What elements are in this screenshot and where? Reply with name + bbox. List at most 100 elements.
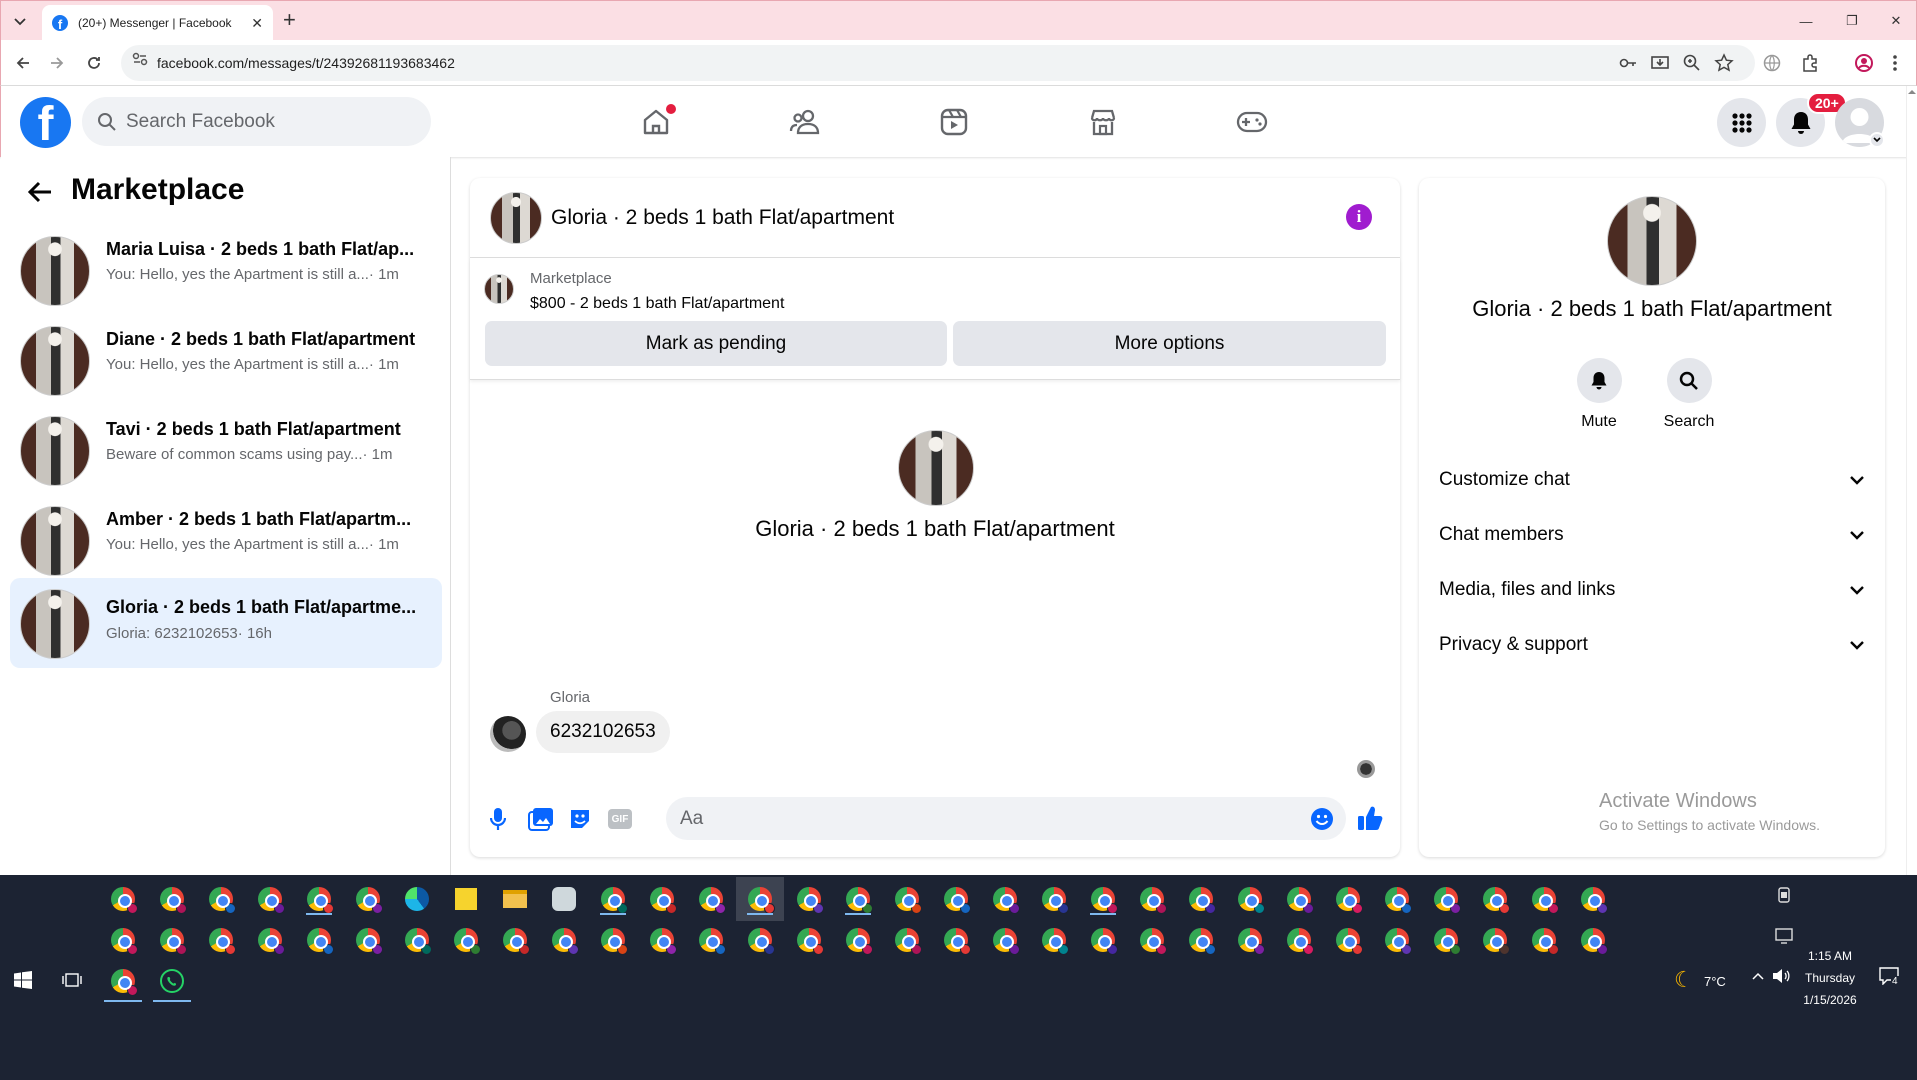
volume-icon[interactable] [1772, 968, 1790, 984]
conversation-item-selected[interactable]: Gloria · 2 beds 1 bath Flat/apartme... G… [10, 578, 442, 668]
chrome-taskbar-icon[interactable] [748, 928, 775, 955]
chrome-taskbar-icon[interactable] [1336, 887, 1363, 914]
listing-price-title[interactable]: $800 - 2 beds 1 bath Flat/apartment [530, 295, 784, 313]
tray-device-icon[interactable] [1777, 887, 1791, 903]
chrome-taskbar-icon[interactable] [1287, 928, 1314, 955]
more-options-button[interactable]: More options [953, 321, 1386, 366]
chrome-taskbar-icon[interactable] [405, 928, 432, 955]
chrome-taskbar-icon[interactable] [846, 928, 873, 955]
chrome-taskbar-icon[interactable] [1042, 887, 1069, 914]
tab-close-icon[interactable]: ✕ [251, 15, 263, 32]
chrome-taskbar-icon[interactable] [944, 928, 971, 955]
chrome-taskbar-icon[interactable] [111, 969, 138, 996]
weather-temperature[interactable]: 7°C [1704, 974, 1726, 989]
whatsapp-taskbar-icon[interactable] [160, 969, 184, 993]
file-explorer-taskbar-icon[interactable] [503, 890, 527, 908]
chrome-taskbar-icon[interactable] [1238, 887, 1265, 914]
chrome-taskbar-icon[interactable] [160, 887, 187, 914]
page-scrollbar[interactable] [1906, 86, 1917, 875]
search-action[interactable]: Search [1659, 358, 1719, 431]
bookmark-star-icon[interactable] [1714, 53, 1734, 73]
home-icon[interactable] [626, 96, 686, 148]
message-sender-avatar[interactable] [490, 716, 526, 752]
chrome-taskbar-icon[interactable] [1483, 928, 1510, 955]
chrome-taskbar-icon[interactable] [258, 887, 285, 914]
video-icon[interactable] [924, 96, 984, 148]
forward-button[interactable] [42, 48, 72, 78]
chrome-taskbar-icon[interactable] [160, 928, 187, 955]
chrome-taskbar-icon[interactable] [797, 928, 824, 955]
chrome-taskbar-icon[interactable] [1287, 887, 1314, 914]
back-arrow-icon[interactable] [27, 181, 53, 203]
message-bubble[interactable]: 6232102653 [536, 711, 670, 753]
clock-date[interactable]: 1/15/2026 [1797, 993, 1863, 1007]
chrome-taskbar-icon[interactable] [454, 928, 481, 955]
chrome-taskbar-icon[interactable] [356, 887, 383, 914]
chrome-taskbar-icon[interactable] [111, 928, 138, 955]
chat-title[interactable]: Gloria · 2 beds 1 bath Flat/apartment [551, 206, 894, 230]
zoom-icon[interactable] [1682, 53, 1702, 73]
chrome-taskbar-icon[interactable] [209, 887, 236, 914]
chat-header-avatar[interactable] [490, 192, 542, 244]
chrome-taskbar-icon[interactable] [699, 928, 726, 955]
translate-icon[interactable] [1762, 53, 1782, 73]
tab-search-chevron-icon[interactable] [9, 11, 31, 33]
sticky-notes-taskbar-icon[interactable] [455, 888, 477, 910]
bell-icon[interactable] [1576, 358, 1622, 403]
privacy-support-section[interactable]: Privacy & support [1439, 625, 1865, 665]
friends-icon[interactable] [775, 96, 835, 148]
chrome-taskbar-icon[interactable] [650, 887, 677, 914]
paint-taskbar-icon[interactable] [552, 887, 576, 911]
sticker-icon[interactable] [566, 805, 594, 833]
weather-moon-icon[interactable]: ☾ [1674, 967, 1694, 993]
chrome-taskbar-icon[interactable] [1532, 887, 1559, 914]
chrome-taskbar-icon[interactable] [993, 887, 1020, 914]
site-info-icon[interactable] [131, 50, 149, 68]
marketplace-icon[interactable] [1073, 96, 1133, 148]
facebook-search-input[interactable]: Search Facebook [82, 97, 431, 146]
restore-button[interactable]: ❐ [1829, 1, 1875, 41]
chrome-taskbar-icon[interactable] [895, 887, 922, 914]
chrome-taskbar-icon[interactable] [307, 928, 334, 955]
minimize-button[interactable]: — [1783, 1, 1829, 41]
chrome-taskbar-icon[interactable] [1385, 928, 1412, 955]
chrome-taskbar-icon[interactable] [944, 887, 971, 914]
chrome-taskbar-icon[interactable] [601, 928, 628, 955]
like-thumb-icon[interactable] [1357, 804, 1383, 832]
chrome-taskbar-icon[interactable] [1238, 928, 1265, 955]
chrome-taskbar-icon[interactable] [1581, 928, 1608, 955]
chrome-taskbar-icon[interactable] [1532, 928, 1559, 955]
photo-icon[interactable] [527, 805, 555, 833]
chrome-taskbar-icon[interactable] [258, 928, 285, 955]
account-chevron-icon[interactable] [1869, 132, 1885, 148]
chrome-taskbar-icon[interactable] [1091, 928, 1118, 955]
chrome-taskbar-icon[interactable] [1189, 928, 1216, 955]
browser-menu-icon[interactable] [1892, 53, 1912, 73]
browser-tab-active[interactable]: f (20+) Messenger | Facebook ✕ [42, 5, 273, 41]
chrome-taskbar-icon[interactable] [895, 928, 922, 955]
chrome-taskbar-icon[interactable] [650, 928, 677, 955]
chrome-taskbar-icon[interactable] [552, 928, 579, 955]
chrome-taskbar-icon[interactable] [1434, 887, 1461, 914]
chrome-taskbar-icon[interactable] [503, 928, 530, 955]
close-window-button[interactable]: ✕ [1873, 1, 1917, 41]
chrome-taskbar-icon[interactable] [209, 928, 236, 955]
menu-grid-button[interactable] [1717, 98, 1766, 147]
chrome-taskbar-icon[interactable] [111, 887, 138, 914]
chrome-taskbar-icon[interactable] [1385, 887, 1412, 914]
chrome-taskbar-icon[interactable] [846, 887, 873, 914]
customize-chat-section[interactable]: Customize chat [1439, 460, 1865, 500]
address-bar[interactable]: facebook.com/messages/t/2439268119368346… [121, 45, 1755, 81]
info-avatar[interactable] [1607, 196, 1697, 286]
chrome-taskbar-icon[interactable] [1336, 928, 1363, 955]
chrome-taskbar-icon[interactable] [993, 928, 1020, 955]
media-files-links-section[interactable]: Media, files and links [1439, 570, 1865, 610]
back-button[interactable] [8, 48, 38, 78]
chrome-taskbar-icon[interactable] [699, 887, 726, 914]
gif-icon[interactable]: GIF [606, 805, 634, 833]
chrome-taskbar-icon[interactable] [1140, 887, 1167, 914]
microphone-icon[interactable] [484, 805, 512, 833]
chrome-taskbar-icon[interactable] [1042, 928, 1069, 955]
chrome-taskbar-icon[interactable] [1091, 887, 1118, 914]
action-center-icon[interactable]: 4 [1879, 967, 1899, 987]
